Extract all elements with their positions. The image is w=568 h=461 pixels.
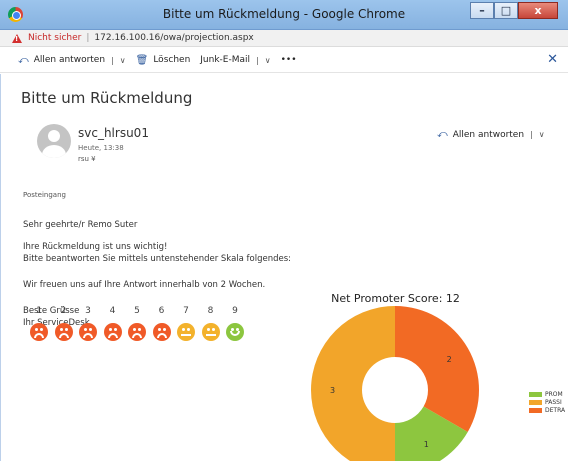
reply-separator: | (111, 55, 114, 65)
title-bar: Bitte um Rückmeldung - Google Chrome – □… (0, 0, 568, 30)
legend-item-promoters[interactable]: PROM (529, 390, 565, 398)
legend-label: DETRA (545, 406, 566, 414)
happy-face-icon[interactable] (226, 323, 244, 341)
mail-subject: Bitte um Rückmeldung (21, 89, 193, 107)
rating-number-2: 2 (60, 306, 67, 316)
browser-window: Bitte um Rückmeldung - Google Chrome – □… (0, 0, 568, 461)
reply-all-icon: ⤺ (437, 129, 448, 140)
mail-date: Heute, 13:38 (78, 144, 124, 152)
sender-name[interactable]: svc_hlrsu01 (78, 126, 149, 140)
rating-number-1: 1 (36, 306, 42, 316)
delete-button[interactable]: 🗑 Löschen (136, 55, 191, 66)
address-bar[interactable]: Nicht sicher | 172.16.100.16/owa/project… (0, 30, 568, 47)
chevron-down-icon[interactable]: ∨ (539, 130, 545, 139)
reply-header-separator: | (530, 130, 533, 139)
mail-toolbar: ⤺ Allen antworten | ∨ 🗑 Löschen Junk-E-M… (0, 48, 568, 73)
nps-donut-chart: 2 1 3 (311, 306, 479, 461)
reply-all-header-button[interactable]: ⤺ Allen antworten | ∨ (437, 129, 545, 140)
legend-label: PASSI (545, 398, 562, 406)
chart-legend: PROM PASSI DETRA (529, 390, 565, 414)
rating-number-4: 4 (109, 306, 116, 316)
neutral-face-icon[interactable] (201, 323, 220, 341)
warning-icon (12, 33, 22, 43)
junk-label: Junk-E-Mail (200, 55, 251, 65)
rating-number-8: 8 (207, 306, 214, 316)
greeting-line: Sehr geehrte/r Remo Suter (23, 220, 138, 230)
reply-all-header-label: Allen antworten (452, 129, 525, 140)
body-line: Wir freuen uns auf Ihre Antwort innerhal… (23, 280, 266, 290)
chevron-down-icon[interactable]: ∨ (265, 56, 271, 65)
rating-number-3: 3 (85, 306, 91, 316)
nps-chart-panel: 2 1 3 Net Promoter Score: 12 PROM PASSI DETR… (258, 289, 568, 461)
trash-icon: 🗑 (135, 54, 149, 66)
recipient-name[interactable]: rsu ¥ (78, 155, 96, 163)
legend-item-detractors[interactable]: DETRA (529, 406, 565, 414)
body-line: Bitte beantworten Sie mittels untenstehe… (23, 254, 292, 264)
slice-label-detractors: 2 (447, 355, 452, 364)
sad-face-icon[interactable] (54, 323, 73, 341)
rating-number-7: 7 (183, 306, 189, 316)
chart-title: Net Promoter Score: 12 (331, 292, 460, 305)
more-button[interactable]: ••• (281, 55, 297, 65)
neutral-face-icon[interactable] (177, 323, 195, 341)
close-window-button[interactable]: x (518, 2, 558, 19)
reply-all-button[interactable]: ⤺ Allen antworten | ∨ (18, 55, 126, 66)
body-line: Ihre Rückmeldung ist uns wichtig! (23, 242, 168, 252)
folder-label: Posteingang (23, 191, 66, 199)
avatar (37, 124, 71, 158)
delete-label: Löschen (153, 55, 191, 65)
legend-item-passives[interactable]: PASSI (529, 398, 565, 406)
slice-label-passives: 3 (330, 386, 335, 395)
legend-label: PROM (545, 390, 563, 398)
minimize-button[interactable]: – (470, 2, 494, 19)
close-icon[interactable]: ✕ (547, 52, 558, 67)
insecure-label[interactable]: Nicht sicher (28, 33, 81, 43)
legend-swatch (529, 391, 542, 397)
rating-number-9: 9 (232, 306, 238, 316)
sad-face-icon[interactable] (152, 323, 171, 341)
legend-swatch (529, 407, 542, 413)
url-text[interactable]: 172.16.100.16/owa/projection.aspx (94, 33, 253, 43)
junk-button[interactable]: Junk-E-Mail | ∨ (200, 55, 270, 65)
reply-all-label: Allen antworten (33, 55, 106, 65)
rating-number-6: 6 (158, 306, 165, 316)
sad-face-icon[interactable] (103, 323, 122, 341)
slice-detractors[interactable] (395, 306, 479, 432)
window-controls: – □ x (470, 2, 558, 19)
address-separator: | (86, 33, 90, 43)
sad-face-icon[interactable] (30, 323, 48, 341)
rating-number-5: 5 (134, 306, 140, 316)
reply-all-icon: ⤺ (18, 54, 29, 66)
sad-face-icon[interactable] (128, 323, 146, 341)
sad-face-icon[interactable] (79, 323, 97, 341)
slice-label-promoters: 1 (424, 440, 429, 449)
chevron-down-icon[interactable]: ∨ (120, 56, 126, 65)
legend-swatch (529, 399, 542, 405)
maximize-button[interactable]: □ (494, 2, 518, 19)
slice-passives[interactable] (311, 306, 395, 461)
junk-separator: | (256, 55, 259, 65)
